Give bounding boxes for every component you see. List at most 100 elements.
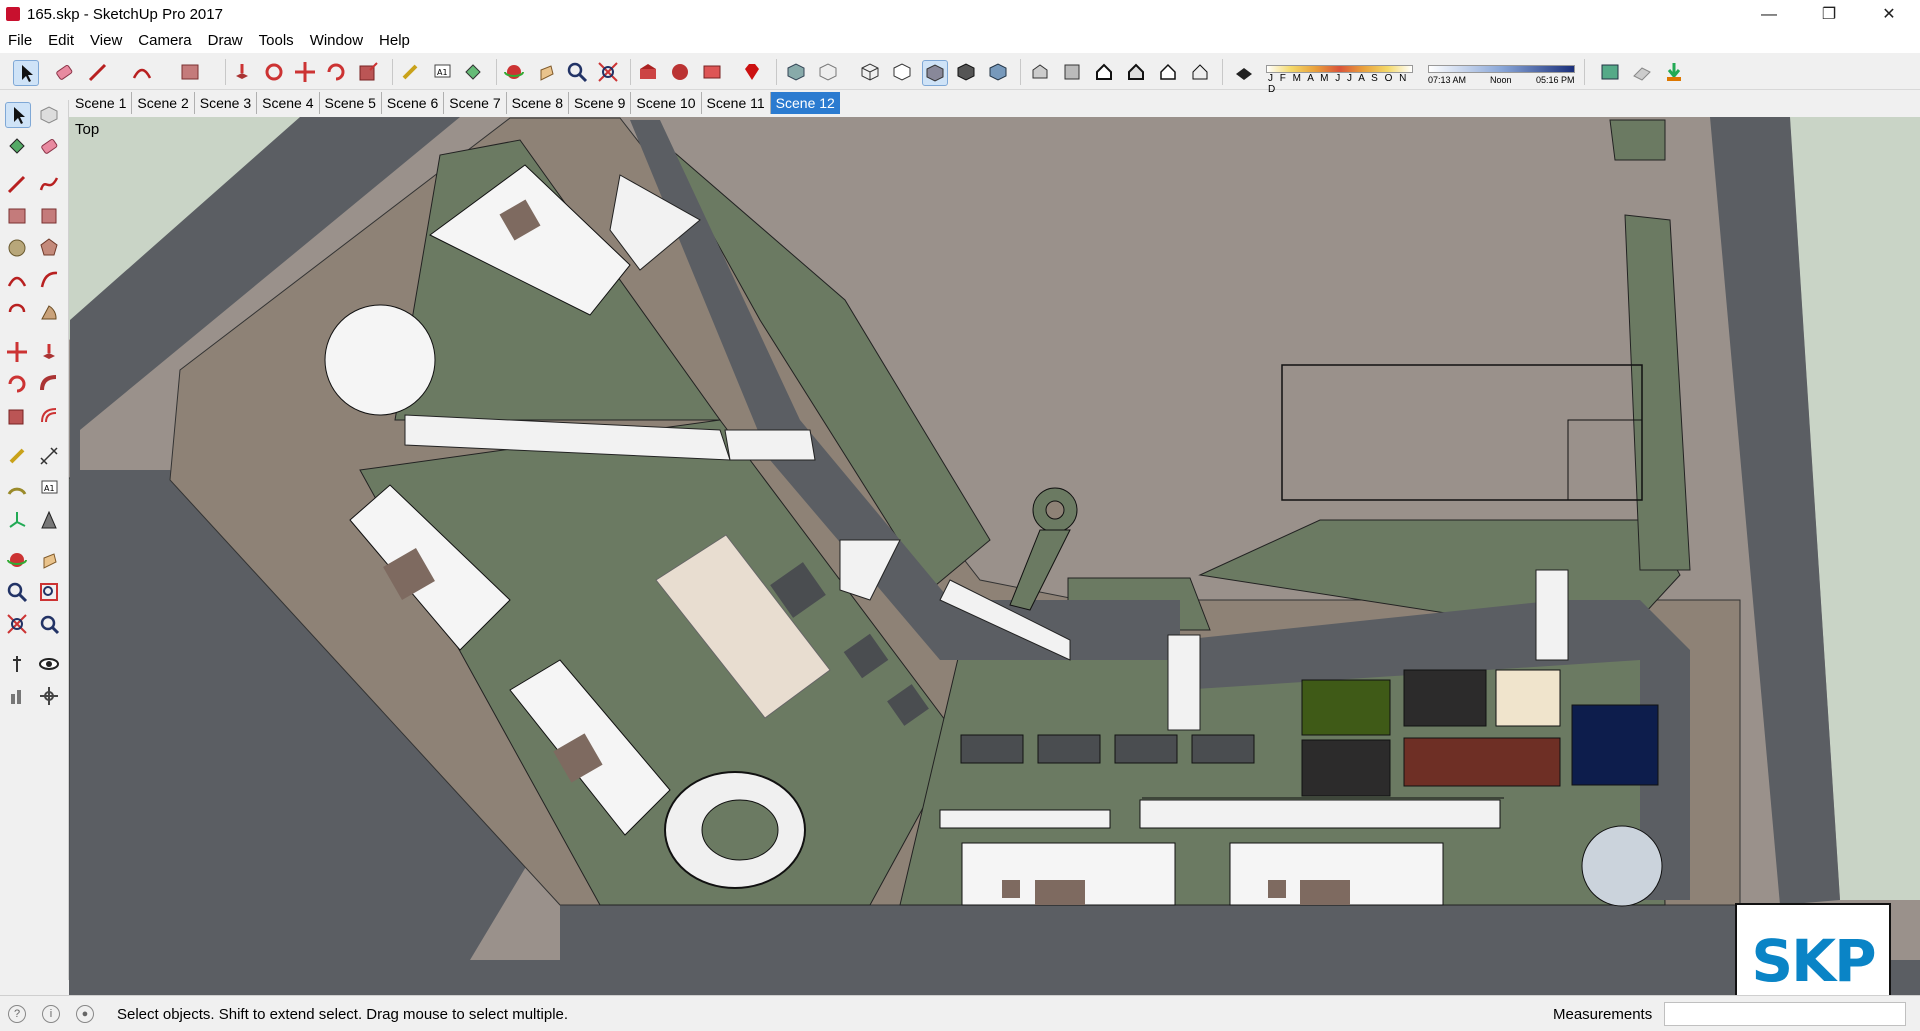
left-view-icon[interactable]	[1188, 60, 1212, 84]
arc-tool-icon[interactable]	[5, 268, 29, 292]
front-view-icon[interactable]	[1092, 60, 1116, 84]
tab-scene-11[interactable]: Scene 11	[702, 92, 771, 114]
warehouse-icon[interactable]	[636, 60, 660, 84]
tab-scene-12[interactable]: Scene 12	[770, 92, 840, 114]
menu-window[interactable]: Window	[302, 29, 371, 53]
back-edges-icon[interactable]	[816, 60, 840, 84]
measurements-input[interactable]	[1664, 1002, 1906, 1026]
eraser-icon[interactable]	[37, 134, 61, 158]
share-model-icon[interactable]	[700, 60, 724, 84]
wireframe-icon[interactable]	[858, 60, 882, 84]
geo-location-icon[interactable]	[1598, 60, 1622, 84]
shadows-toggle-icon[interactable]	[1232, 60, 1256, 84]
xray-style-icon[interactable]	[784, 60, 808, 84]
shadow-time-slider[interactable]: 07:13 AM Noon 05:16 PM	[1428, 63, 1578, 89]
freehand-tool-icon[interactable]	[37, 172, 61, 196]
select-tool-icon[interactable]	[13, 60, 39, 86]
tape-measure-icon[interactable]	[5, 444, 29, 468]
select-tool-icon[interactable]	[5, 102, 31, 128]
move-tool-icon[interactable]	[293, 60, 317, 84]
geo-status-icon[interactable]: ?	[8, 1005, 26, 1023]
zoom-icon[interactable]	[5, 580, 29, 604]
eraser-icon[interactable]	[52, 60, 76, 84]
rectangle-tool-icon[interactable]	[5, 204, 29, 228]
monochrome-icon[interactable]	[986, 60, 1010, 84]
axes-tool-icon[interactable]	[5, 508, 29, 532]
top-view-icon[interactable]	[1060, 60, 1084, 84]
iso-view-icon[interactable]	[1028, 60, 1052, 84]
previous-view-icon[interactable]	[37, 612, 61, 636]
tab-scene-8[interactable]: Scene 8	[507, 92, 569, 114]
three-point-arc-icon[interactable]	[5, 300, 29, 324]
tab-scene-3[interactable]: Scene 3	[195, 92, 258, 114]
push-pull-icon[interactable]	[37, 340, 61, 364]
text-tool-icon[interactable]: A1	[37, 476, 61, 500]
line-tool-icon[interactable]	[86, 60, 110, 84]
rotate-tool-icon[interactable]	[5, 372, 29, 396]
tape-measure-icon[interactable]	[398, 60, 422, 84]
zoom-icon[interactable]	[565, 60, 589, 84]
tab-scene-1[interactable]: Scene 1	[70, 92, 133, 114]
section-plane-icon[interactable]	[37, 684, 61, 708]
rotated-rectangle-icon[interactable]	[37, 204, 61, 228]
follow-me-icon[interactable]	[262, 60, 286, 84]
pie-tool-icon[interactable]	[37, 300, 61, 324]
model-viewport[interactable]	[69, 117, 1920, 995]
zoom-extents-icon[interactable]	[596, 60, 620, 84]
menu-edit[interactable]: Edit	[40, 29, 82, 53]
text-tool-icon[interactable]: A1	[430, 60, 454, 84]
line-tool-icon[interactable]	[5, 172, 29, 196]
shaded-icon[interactable]	[922, 60, 948, 86]
orbit-icon[interactable]	[5, 548, 29, 572]
right-view-icon[interactable]	[1124, 60, 1148, 84]
paint-bucket-icon[interactable]	[5, 134, 29, 158]
pan-icon[interactable]	[534, 60, 558, 84]
menu-draw[interactable]: Draw	[200, 29, 251, 53]
two-point-arc-icon[interactable]	[37, 268, 61, 292]
extension-warehouse-icon[interactable]	[668, 60, 692, 84]
shadow-month-slider[interactable]: J F M A M J J A S O N D	[1266, 63, 1416, 95]
scale-tool-icon[interactable]	[356, 60, 380, 84]
push-pull-icon[interactable]	[230, 60, 254, 84]
tab-scene-6[interactable]: Scene 6	[382, 92, 445, 114]
position-camera-icon[interactable]	[5, 652, 29, 676]
offset-tool-icon[interactable]	[37, 404, 61, 428]
shaded-textures-icon[interactable]	[954, 60, 978, 84]
tab-scene-2[interactable]: Scene 2	[132, 92, 195, 114]
hidden-line-icon[interactable]	[890, 60, 914, 84]
make-component-icon[interactable]	[37, 102, 61, 126]
follow-me-icon[interactable]	[37, 372, 61, 396]
minimize-button[interactable]: —	[1746, 0, 1792, 29]
tab-scene-9[interactable]: Scene 9	[569, 92, 632, 114]
paint-bucket-icon[interactable]	[461, 60, 485, 84]
close-button[interactable]: ✕	[1866, 0, 1912, 29]
polygon-tool-icon[interactable]	[37, 236, 61, 260]
menu-camera[interactable]: Camera	[130, 29, 199, 53]
move-tool-icon[interactable]	[5, 340, 29, 364]
add-location-icon[interactable]	[1662, 60, 1686, 84]
user-account-icon[interactable]: ●	[76, 1005, 94, 1023]
menu-view[interactable]: View	[82, 29, 130, 53]
info-icon[interactable]: i	[42, 1005, 60, 1023]
arc-tool-icon[interactable]	[130, 60, 154, 84]
zoom-window-icon[interactable]	[37, 580, 61, 604]
3d-text-icon[interactable]	[37, 508, 61, 532]
menu-tools[interactable]: Tools	[251, 29, 302, 53]
menu-file[interactable]: File	[0, 29, 40, 53]
photo-textures-icon[interactable]	[1630, 60, 1654, 84]
circle-tool-icon[interactable]	[5, 236, 29, 260]
menu-help[interactable]: Help	[371, 29, 418, 53]
walk-icon[interactable]	[5, 684, 29, 708]
tab-scene-7[interactable]: Scene 7	[444, 92, 507, 114]
dimension-tool-icon[interactable]	[37, 444, 61, 468]
tab-scene-5[interactable]: Scene 5	[320, 92, 382, 114]
rectangle-tool-icon[interactable]	[178, 60, 202, 84]
zoom-extents-icon[interactable]	[5, 612, 29, 636]
protractor-icon[interactable]	[5, 476, 29, 500]
orbit-icon[interactable]	[502, 60, 526, 84]
rotate-tool-icon[interactable]	[324, 60, 348, 84]
tab-scene-4[interactable]: Scene 4	[257, 92, 320, 114]
scale-tool-icon[interactable]	[5, 404, 29, 428]
pan-icon[interactable]	[37, 548, 61, 572]
back-view-icon[interactable]	[1156, 60, 1180, 84]
